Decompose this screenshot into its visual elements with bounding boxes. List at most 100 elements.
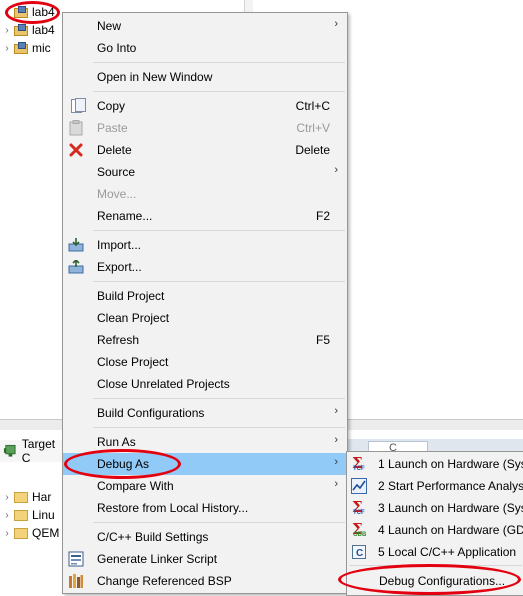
menu-item-shortcut: F5 <box>315 333 330 347</box>
submenu-item-performance-analysis[interactable]: 2 Start Performance Analysi <box>347 475 523 497</box>
menu-item-label: Close Project <box>97 355 169 369</box>
tab-target-connections[interactable]: Target C <box>0 437 64 465</box>
menu-item-open-in-new-window[interactable]: Open in New Window <box>63 66 347 88</box>
tree-item-label: QEM <box>32 526 60 540</box>
export-icon <box>68 259 84 275</box>
menu-item-export[interactable]: Export... <box>63 256 347 278</box>
submenu-item-label: 1 Launch on Hardware (Syst <box>378 457 523 471</box>
tab-label: Target C <box>21 437 56 465</box>
menu-item-label: Build Project <box>97 289 165 303</box>
annotation-ellipse-project <box>5 1 60 24</box>
menu-item-import[interactable]: Import... <box>63 234 347 256</box>
menu-item-label: Move... <box>97 187 137 201</box>
menu-item-label: Import... <box>97 238 142 252</box>
menu-item-label: Compare With <box>97 479 174 493</box>
menu-item-clean-project[interactable]: Clean Project <box>63 307 347 329</box>
menu-item-label: Export... <box>97 260 142 274</box>
project-icon <box>14 24 29 36</box>
tree-item-label: Linu <box>32 508 55 522</box>
tree-item-label: mic <box>32 41 51 55</box>
menu-separator <box>93 91 345 92</box>
menu-item-label: Generate Linker Script <box>97 552 218 566</box>
menu-item-move[interactable]: Move... <box>63 183 347 205</box>
menu-item-shortcut: Delete <box>295 143 330 157</box>
tree-item-label: Har <box>32 490 52 504</box>
menu-item-change-referenced-bsp[interactable]: Change Referenced BSP <box>63 570 347 592</box>
context-menu: New › Go Into Open in New Window Copy Ct… <box>62 12 348 594</box>
folder-icon <box>14 527 28 539</box>
submenu-item-label: 5 Local C/C++ Application <box>378 545 517 559</box>
menu-item-label: Go Into <box>97 41 137 55</box>
menu-item-copy[interactable]: Copy Ctrl+C <box>63 95 347 117</box>
tree-item-label: lab4 <box>32 23 55 37</box>
menu-item-generate-linker-script[interactable]: Generate Linker Script <box>63 548 347 570</box>
import-icon <box>68 237 84 253</box>
menu-separator <box>93 62 345 63</box>
panel-divider <box>244 0 253 12</box>
menu-item-shortcut: F2 <box>315 209 330 223</box>
menu-item-build-project[interactable]: Build Project <box>63 285 347 307</box>
submenu-item-launch-hardware-1[interactable]: Σ TCF 1 Launch on Hardware (Syst <box>347 453 523 475</box>
submenu-arrow-icon: › <box>334 164 338 176</box>
submenu-arrow-icon: › <box>334 456 338 468</box>
menu-item-new[interactable]: New › <box>63 15 347 37</box>
menu-item-label: Copy <box>97 99 126 113</box>
submenu-item-label: 3 Launch on Hardware (Syst <box>378 501 523 515</box>
paste-icon <box>68 120 84 136</box>
annotation-ellipse-debug-as <box>64 449 181 479</box>
menu-item-close-unrelated-projects[interactable]: Close Unrelated Projects <box>63 373 347 395</box>
menu-item-restore-from-local-history[interactable]: Restore from Local History... <box>63 497 347 519</box>
linker-script-icon <box>68 551 84 567</box>
menu-separator <box>93 281 345 282</box>
menu-item-source[interactable]: Source › <box>63 161 347 183</box>
submenu-item-label: 4 Launch on Hardware (GDB <box>378 523 523 537</box>
tree-item-hardware[interactable]: › Har <box>0 488 51 506</box>
project-icon <box>14 42 29 54</box>
menu-item-close-project[interactable]: Close Project <box>63 351 347 373</box>
submenu-item-label: 2 Start Performance Analysi <box>378 479 523 493</box>
menu-item-refresh[interactable]: Refresh F5 <box>63 329 347 351</box>
expander-icon[interactable]: › <box>0 43 14 54</box>
menu-item-shortcut: Ctrl+C <box>295 99 330 113</box>
menu-item-label: Refresh <box>97 333 140 347</box>
expander-icon[interactable]: › <box>0 510 14 521</box>
menu-item-label: Run As <box>97 435 136 449</box>
menu-item-label: Rename... <box>97 209 153 223</box>
menu-item-label: New <box>97 19 122 33</box>
folder-icon <box>14 509 28 521</box>
menu-item-delete[interactable]: Delete Delete <box>63 139 347 161</box>
menu-separator <box>93 427 345 428</box>
submenu-item-local-cpp-application[interactable]: C 5 Local C/C++ Application <box>347 541 523 563</box>
expander-icon[interactable]: › <box>0 25 14 36</box>
menu-item-paste[interactable]: Paste Ctrl+V <box>63 117 347 139</box>
tree-item-qemu[interactable]: › QEM <box>0 524 59 542</box>
menu-item-label: Change Referenced BSP <box>97 574 232 588</box>
menu-item-label: Paste <box>97 121 128 135</box>
menu-item-label: Open in New Window <box>97 70 213 84</box>
annotation-ellipse-debug-configurations <box>338 564 521 595</box>
expander-icon[interactable]: › <box>0 492 14 503</box>
bsp-icon <box>68 573 84 589</box>
submenu-item-launch-hardware-3[interactable]: Σ TCF 3 Launch on Hardware (Syst <box>347 497 523 519</box>
performance-analysis-icon <box>351 478 367 494</box>
menu-item-label: Clean Project <box>97 311 170 325</box>
menu-item-rename[interactable]: Rename... F2 <box>63 205 347 227</box>
tree-item-linux[interactable]: › Linu <box>0 506 55 524</box>
menu-item-cpp-build-settings[interactable]: C/C++ Build Settings <box>63 526 347 548</box>
submenu-arrow-icon: › <box>334 18 338 30</box>
menu-item-go-into[interactable]: Go Into <box>63 37 347 59</box>
submenu-arrow-icon: › <box>334 405 338 417</box>
menu-item-label: Delete <box>97 143 132 157</box>
target-connections-icon <box>3 444 16 457</box>
tcf-launch-icon: Σ TCF <box>352 498 365 516</box>
expander-icon[interactable]: › <box>0 528 14 539</box>
copy-icon <box>68 98 86 114</box>
menu-item-build-configurations[interactable]: Build Configurations › <box>63 402 347 424</box>
c-application-icon: C <box>351 544 367 560</box>
menu-item-label: Restore from Local History... <box>97 501 249 515</box>
tree-item-mic[interactable]: › mic <box>0 39 51 57</box>
menu-item-label: Close Unrelated Projects <box>97 377 230 391</box>
menu-item-shortcut: Ctrl+V <box>296 121 330 135</box>
menu-separator <box>93 230 345 231</box>
submenu-item-launch-hardware-gdb[interactable]: Σ GDB 4 Launch on Hardware (GDB <box>347 519 523 541</box>
